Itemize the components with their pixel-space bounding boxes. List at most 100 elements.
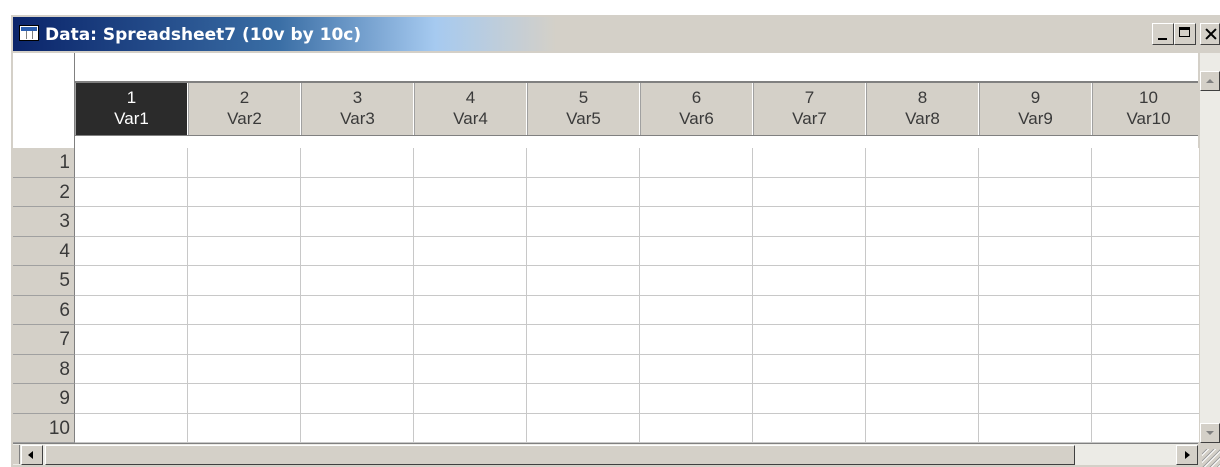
- data-cell[interactable]: [301, 177, 414, 207]
- data-cell[interactable]: [301, 207, 414, 237]
- data-cell[interactable]: [640, 177, 753, 207]
- data-cell[interactable]: [866, 148, 979, 178]
- data-cell[interactable]: [866, 177, 979, 207]
- data-cell[interactable]: [866, 295, 979, 325]
- data-cell[interactable]: [979, 295, 1092, 325]
- data-cell[interactable]: [75, 413, 188, 443]
- data-cell[interactable]: [414, 413, 527, 443]
- maximize-button[interactable]: [1174, 23, 1196, 45]
- column-header-var6[interactable]: 6 Var6: [640, 83, 753, 135]
- column-header-var4[interactable]: 4 Var4: [414, 83, 527, 135]
- data-cell[interactable]: [75, 148, 188, 178]
- data-cell[interactable]: [979, 148, 1092, 178]
- data-cell[interactable]: [753, 207, 866, 237]
- data-cell[interactable]: [979, 266, 1092, 296]
- data-cell[interactable]: [75, 236, 188, 266]
- data-cell[interactable]: [414, 236, 527, 266]
- data-cell[interactable]: [414, 177, 527, 207]
- resize-grip-icon[interactable]: [1202, 449, 1220, 467]
- row-header-9[interactable]: 9: [13, 384, 75, 414]
- data-cell[interactable]: [866, 325, 979, 355]
- data-cell[interactable]: [301, 236, 414, 266]
- row-header-6[interactable]: 6: [13, 295, 75, 325]
- data-cell[interactable]: [640, 384, 753, 414]
- data-cell[interactable]: [301, 295, 414, 325]
- data-cell[interactable]: [753, 295, 866, 325]
- row-header-8[interactable]: 8: [13, 354, 75, 384]
- data-cell[interactable]: [301, 384, 414, 414]
- data-cell[interactable]: [301, 325, 414, 355]
- data-cell[interactable]: [753, 325, 866, 355]
- data-cell[interactable]: [188, 295, 301, 325]
- data-cell[interactable]: [1092, 236, 1205, 266]
- data-cell[interactable]: [527, 236, 640, 266]
- data-cell[interactable]: [979, 354, 1092, 384]
- data-cell[interactable]: [640, 207, 753, 237]
- data-cell[interactable]: [753, 354, 866, 384]
- row-header-7[interactable]: 7: [13, 325, 75, 355]
- data-cell[interactable]: [753, 177, 866, 207]
- data-cell[interactable]: [866, 236, 979, 266]
- data-cell[interactable]: [1092, 207, 1205, 237]
- data-cell[interactable]: [979, 177, 1092, 207]
- data-cell[interactable]: [301, 354, 414, 384]
- scroll-right-button[interactable]: [1176, 445, 1198, 465]
- close-button[interactable]: [1200, 23, 1220, 45]
- row-header-10[interactable]: 10: [13, 413, 75, 443]
- data-cell[interactable]: [753, 384, 866, 414]
- data-cell[interactable]: [188, 354, 301, 384]
- data-cell[interactable]: [527, 207, 640, 237]
- data-cell[interactable]: [1092, 295, 1205, 325]
- data-cell[interactable]: [866, 354, 979, 384]
- data-cell[interactable]: [979, 325, 1092, 355]
- column-header-var7[interactable]: 7 Var7: [753, 83, 866, 135]
- data-cell[interactable]: [640, 295, 753, 325]
- data-cell[interactable]: [979, 384, 1092, 414]
- data-cell[interactable]: [640, 354, 753, 384]
- data-cell[interactable]: [640, 413, 753, 443]
- data-cell[interactable]: [188, 148, 301, 178]
- horizontal-scroll-thumb[interactable]: [45, 445, 1075, 465]
- data-cell[interactable]: [527, 413, 640, 443]
- scroll-left-button[interactable]: [21, 445, 43, 465]
- data-cell[interactable]: [414, 384, 527, 414]
- data-cell[interactable]: [188, 177, 301, 207]
- data-cell[interactable]: [1092, 325, 1205, 355]
- column-header-var9[interactable]: 9 Var9: [979, 83, 1092, 135]
- data-cell[interactable]: [1092, 148, 1205, 178]
- data-cell[interactable]: [866, 207, 979, 237]
- minimize-button[interactable]: [1152, 23, 1174, 45]
- data-cell[interactable]: [188, 413, 301, 443]
- spreadsheet-icon[interactable]: [19, 25, 39, 41]
- data-cell[interactable]: [414, 325, 527, 355]
- data-cell[interactable]: [640, 325, 753, 355]
- data-cell[interactable]: [414, 266, 527, 296]
- horizontal-scrollbar[interactable]: [13, 443, 1198, 465]
- data-cell[interactable]: [640, 236, 753, 266]
- split-handle[interactable]: [13, 445, 20, 464]
- data-cell[interactable]: [75, 207, 188, 237]
- data-cell[interactable]: [301, 266, 414, 296]
- data-cell[interactable]: [866, 266, 979, 296]
- cell-edit-bar[interactable]: [75, 53, 1198, 83]
- data-cell[interactable]: [753, 413, 866, 443]
- data-cell[interactable]: [527, 177, 640, 207]
- data-cell[interactable]: [1092, 384, 1205, 414]
- data-cell[interactable]: [866, 384, 979, 414]
- row-header-3[interactable]: 3: [13, 207, 75, 237]
- data-cell[interactable]: [188, 207, 301, 237]
- column-header-var2[interactable]: 2 Var2: [188, 83, 301, 135]
- data-cell[interactable]: [979, 236, 1092, 266]
- column-header-var3[interactable]: 3 Var3: [301, 83, 414, 135]
- column-header-var10[interactable]: 10 Var10: [1092, 83, 1205, 135]
- data-cell[interactable]: [1092, 177, 1205, 207]
- data-cell[interactable]: [75, 354, 188, 384]
- data-cell[interactable]: [753, 236, 866, 266]
- data-cell[interactable]: [188, 236, 301, 266]
- data-cell[interactable]: [188, 325, 301, 355]
- select-all-corner[interactable]: [13, 53, 75, 148]
- data-cell[interactable]: [527, 325, 640, 355]
- data-cell[interactable]: [188, 266, 301, 296]
- data-cell[interactable]: [75, 384, 188, 414]
- data-cell[interactable]: [1092, 354, 1205, 384]
